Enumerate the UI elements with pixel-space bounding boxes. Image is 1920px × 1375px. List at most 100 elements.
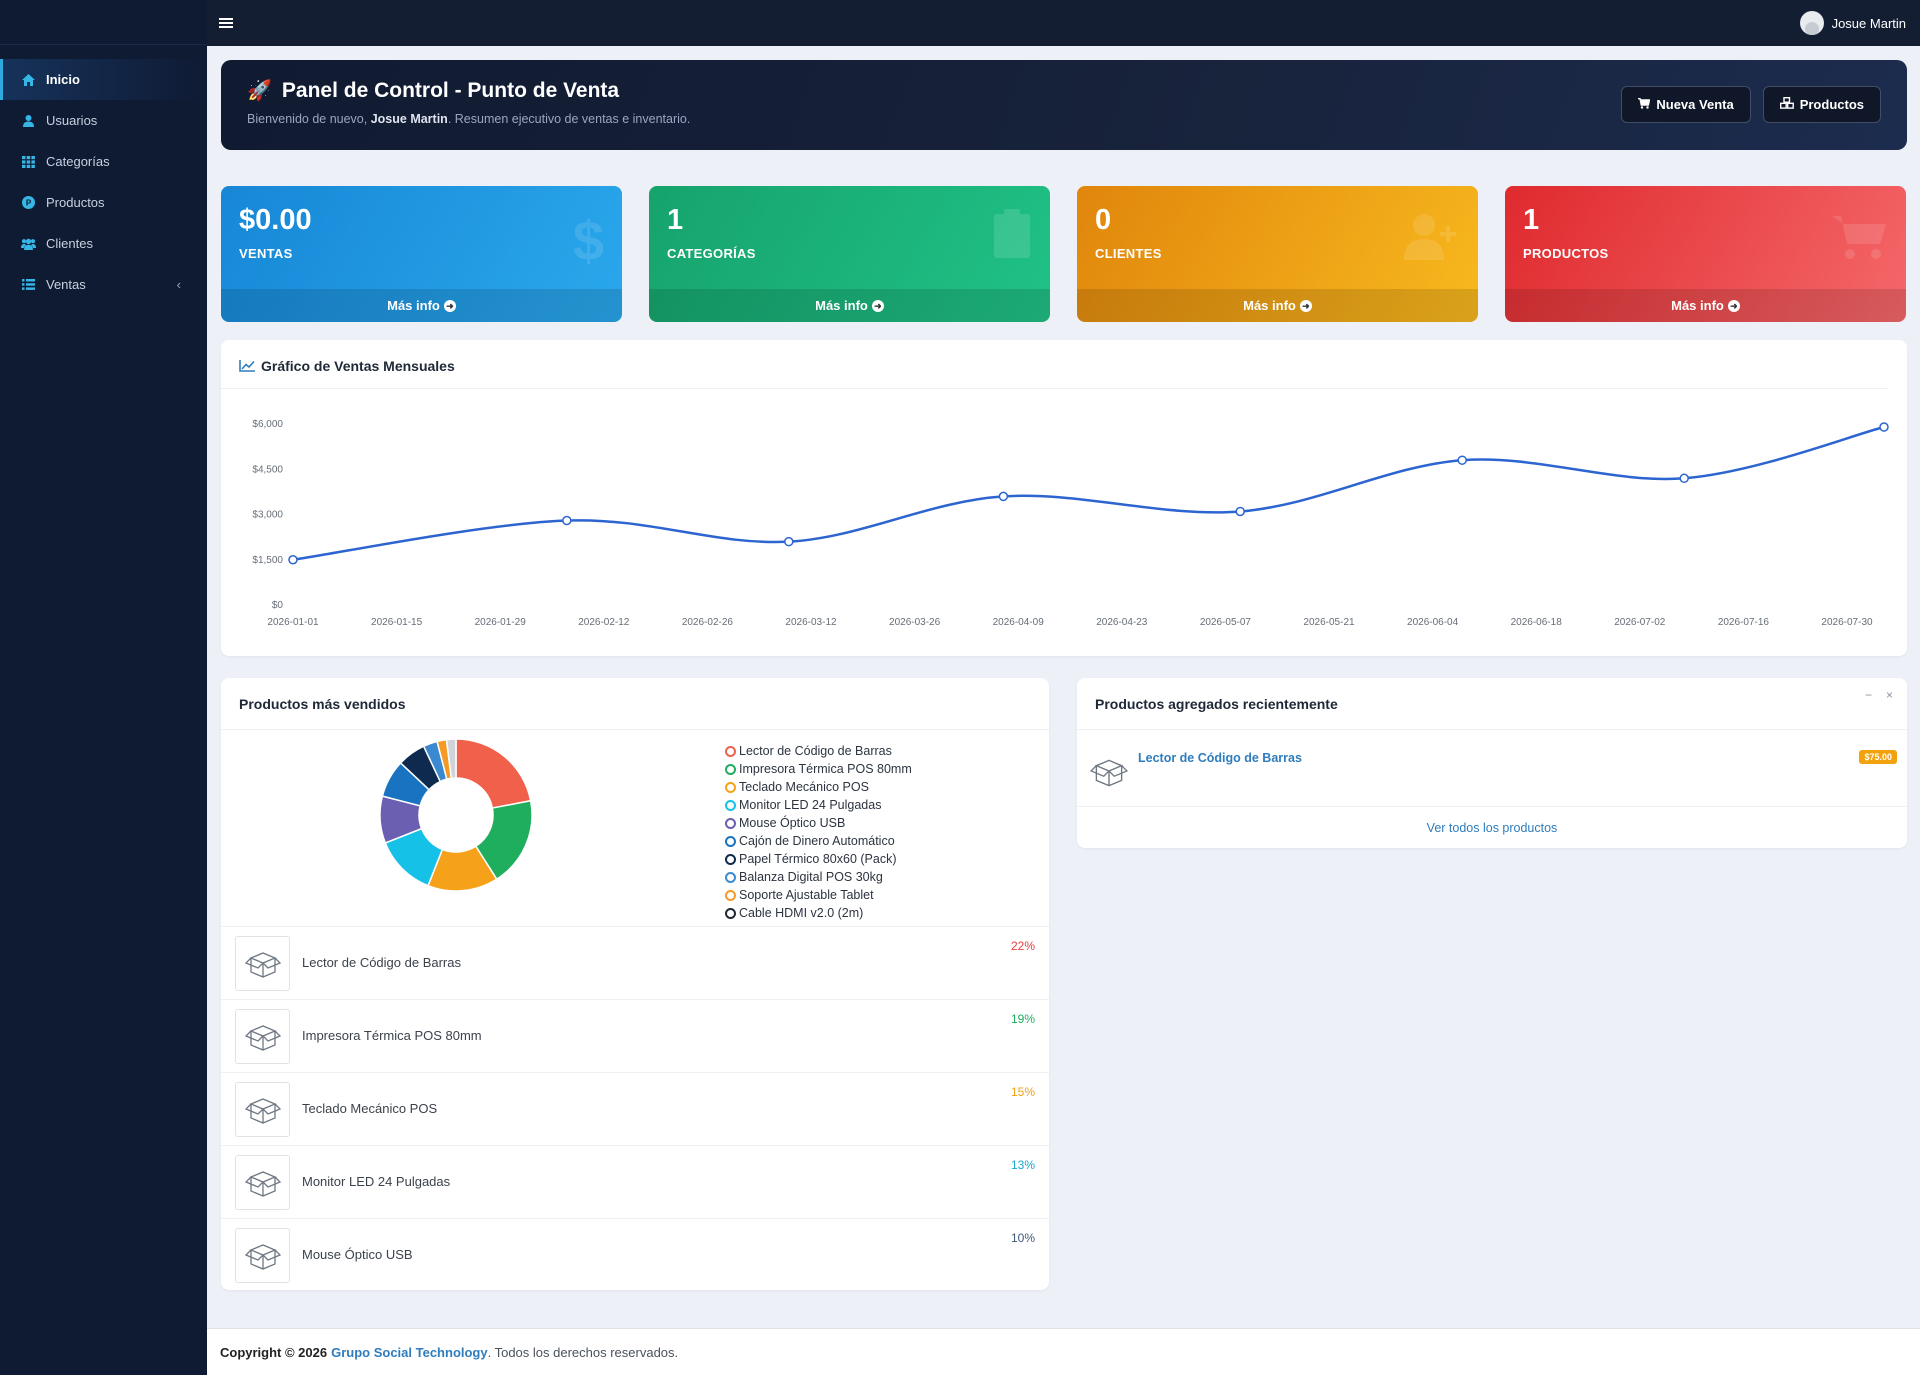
product-box-icon [235, 1228, 290, 1283]
list-item[interactable]: Mouse Óptico USB 10% [221, 1219, 1049, 1292]
sidebar-item-productos[interactable]: P Productos [0, 182, 207, 223]
cart-icon [1638, 97, 1651, 112]
x-tick-label: 2026-01-15 [371, 617, 423, 628]
product-percentage: 13% [1010, 1158, 1035, 1172]
data-point[interactable] [562, 515, 572, 526]
stat-label: PRODUCTOS [1523, 246, 1609, 261]
more-info-link[interactable]: Más info ➜ [1505, 289, 1906, 322]
rocket-icon: 🚀 [247, 80, 272, 102]
user-name: Josue Martin [1831, 15, 1906, 31]
hamburger-menu-icon[interactable] [219, 18, 233, 28]
card-header: Gráfico de Ventas Mensuales [221, 340, 1889, 389]
x-tick-label: 2026-06-18 [1511, 617, 1563, 628]
legend-marker [725, 745, 736, 757]
sidebar-item-usuarios[interactable]: Usuarios [0, 100, 207, 141]
stat-value: $0.00 [239, 204, 312, 236]
data-point[interactable] [288, 555, 298, 565]
sidebar-item-label: Categorías [46, 154, 110, 169]
data-point[interactable] [998, 491, 1009, 502]
data-point[interactable] [1235, 506, 1245, 517]
list-item[interactable]: Monitor LED 24 Pulgadas 13% [221, 1146, 1049, 1219]
product-badge-icon: P [20, 195, 36, 211]
cart-icon [1832, 208, 1888, 273]
sidebar-item-ventas[interactable]: Ventas ‹ [0, 264, 207, 305]
clipboard-icon [992, 208, 1032, 273]
legend-marker [725, 907, 736, 919]
x-tick-label: 2026-03-12 [785, 617, 837, 628]
legend-item[interactable]: Papel Térmico 80x60 (Pack) [725, 850, 912, 868]
data-point[interactable] [1679, 473, 1689, 484]
product-name: Mouse Óptico USB [302, 1247, 413, 1262]
company-link[interactable]: Grupo Social Technology [331, 1345, 488, 1360]
x-tick-label: 2026-07-16 [1718, 617, 1770, 628]
product-link[interactable]: Lector de Código de Barras [1138, 751, 1302, 765]
legend-item[interactable]: Lector de Código de Barras [725, 742, 912, 760]
products-button[interactable]: Productos [1762, 86, 1881, 123]
legend-item[interactable]: Impresora Térmica POS 80mm [725, 760, 912, 778]
list-item[interactable]: Lector de Código de Barras 22% [221, 927, 1049, 1000]
product-percentage: 15% [1010, 1085, 1035, 1099]
product-box-icon [235, 1155, 290, 1210]
sidebar-item-categorias[interactable]: Categorías [0, 141, 207, 182]
x-tick-label: 2026-04-09 [993, 617, 1045, 628]
sidebar-item-label: Productos [46, 195, 105, 210]
legend-marker [725, 835, 736, 847]
x-tick-label: 2026-07-02 [1614, 617, 1666, 628]
subtitle-suffix: . Resumen ejecutivo de ventas e inventar… [447, 112, 691, 126]
subtitle-prefix: Bienvenido de nuevo, [247, 112, 368, 126]
list-item: Lector de Código de Barras $75.00 [1087, 738, 1897, 794]
view-all-products-link[interactable]: Ver todos los productos [1077, 806, 1907, 848]
list-item[interactable]: Impresora Térmica POS 80mm 19% [221, 1000, 1049, 1073]
legend-label: Impresora Térmica POS 80mm [739, 762, 912, 776]
x-tick-label: 2026-05-21 [1303, 617, 1355, 628]
chevron-left-icon[interactable]: ‹ [177, 277, 181, 292]
sidebar-brand-area [0, 0, 207, 45]
price-badge: $75.00 [1859, 750, 1897, 764]
card-title: Productos agregados recientemente [1095, 696, 1338, 712]
user-menu[interactable]: Josue Martin [1799, 11, 1906, 35]
pie-slice[interactable] [455, 738, 532, 809]
more-info-label: Más info [1243, 298, 1296, 313]
more-info-link[interactable]: Más info ➜ [221, 289, 622, 322]
data-point[interactable] [1879, 422, 1889, 432]
list-icon [20, 277, 36, 293]
user-plus-icon [1404, 208, 1460, 273]
sidebar-item-inicio[interactable]: Inicio [0, 59, 207, 100]
more-info-link[interactable]: Más info ➜ [1077, 289, 1478, 322]
stat-card-ventas: $0.00 VENTAS $ Más info ➜ [221, 186, 622, 322]
x-tick-label: 2026-05-07 [1200, 617, 1252, 628]
sidebar-item-clientes[interactable]: Clientes [0, 223, 207, 264]
legend-item[interactable]: Soporte Ajustable Tablet [725, 886, 912, 904]
more-info-link[interactable]: Más info ➜ [649, 289, 1050, 322]
data-point[interactable] [1457, 455, 1467, 465]
x-tick-label: 2026-03-26 [889, 617, 941, 628]
data-point[interactable] [784, 536, 794, 547]
stat-value: 0 [1095, 204, 1112, 236]
line-chart-icon [239, 360, 255, 372]
legend-item[interactable]: Balanza Digital POS 30kg [725, 868, 912, 886]
legend-item[interactable]: Monitor LED 24 Pulgadas [725, 796, 912, 814]
products-label: Productos [1799, 97, 1864, 112]
stat-card-clientes: 0 CLIENTES Más info ➜ [1077, 186, 1478, 322]
dashboard-hero: 🚀 Panel de Control - Punto de Venta Bien… [221, 60, 1907, 150]
more-info-label: Más info [387, 298, 440, 313]
product-box-icon [1087, 752, 1131, 792]
new-sale-button[interactable]: Nueva Venta [1621, 86, 1751, 123]
legend-marker [725, 799, 736, 811]
legend-item[interactable]: Cajón de Dinero Automático [725, 832, 912, 850]
legend-item[interactable]: Teclado Mecánico POS [725, 778, 912, 796]
legend-marker [725, 871, 736, 883]
list-item[interactable]: Teclado Mecánico POS 15% [221, 1073, 1049, 1146]
minimize-icon[interactable]: − [1865, 688, 1872, 702]
arrow-circle-right-icon: ➜ [1299, 299, 1312, 312]
x-tick-label: 2026-01-01 [267, 617, 319, 628]
stat-card-categorias: 1 CATEGORÍAS Más info ➜ [649, 186, 1050, 322]
user-icon [20, 113, 36, 129]
legend-item[interactable]: Mouse Óptico USB [725, 814, 912, 832]
product-percentage: 19% [1010, 1012, 1035, 1026]
legend-item[interactable]: Cable HDMI v2.0 (2m) [725, 904, 912, 922]
y-tick-label: $4,500 [252, 464, 283, 475]
close-icon[interactable]: × [1886, 688, 1893, 702]
sidebar-nav: Inicio Usuarios Categorías P Productos C… [0, 45, 207, 305]
sidebar: Inicio Usuarios Categorías P Productos C… [0, 0, 207, 1375]
